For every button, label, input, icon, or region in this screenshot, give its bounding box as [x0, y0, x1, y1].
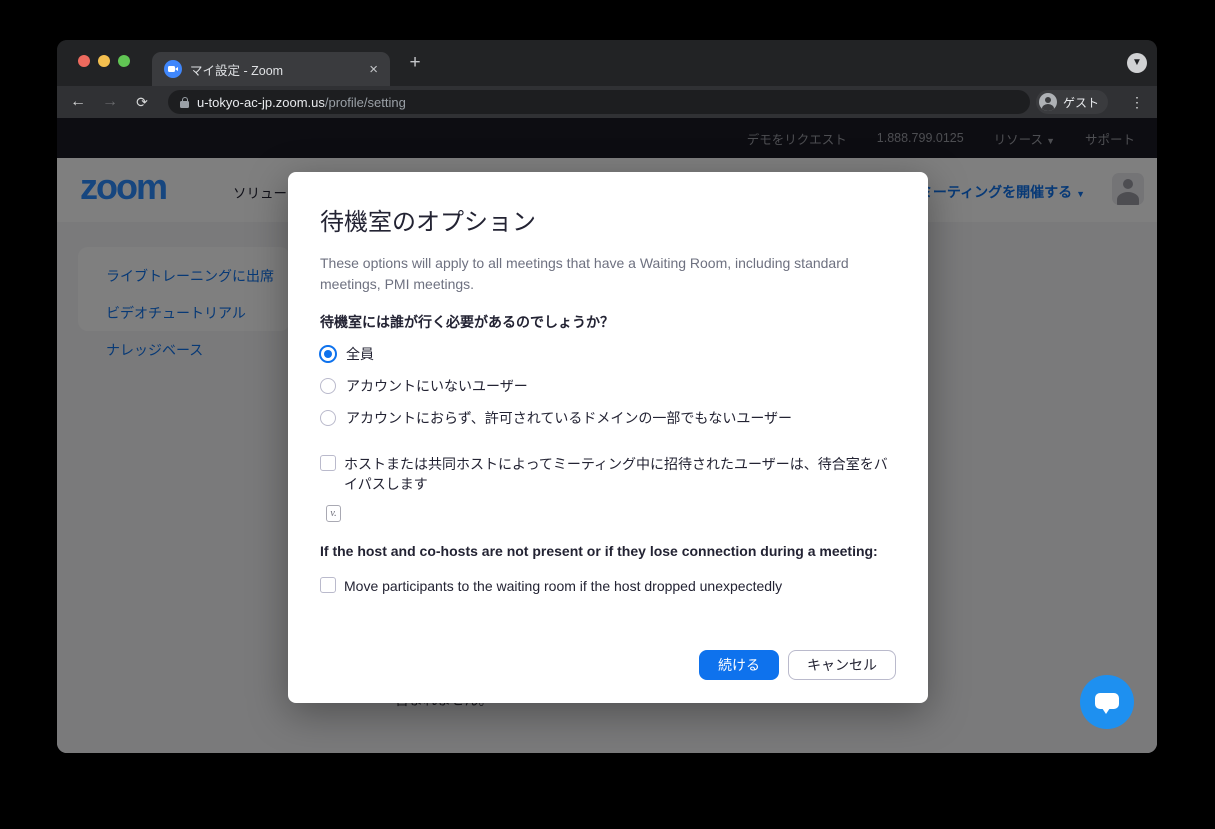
profile-guest-button[interactable]: ゲスト: [1036, 90, 1108, 114]
address-bar[interactable]: u-tokyo-ac-jp.zoom.us /profile/setting: [168, 90, 1030, 114]
browser-window: マイ設定 - Zoom × + ▼ ← → ⟳ u-tokyo-ac-jp.zo…: [57, 40, 1157, 753]
radio-unselected-icon[interactable]: [320, 378, 336, 394]
radio-option-users-not-in-account[interactable]: アカウントにいないユーザー: [319, 374, 528, 398]
page-viewport: デモをリクエスト 1.888.799.0125 リソース▼ サポート zoom …: [57, 118, 1157, 753]
maximize-window-button[interactable]: [118, 55, 130, 67]
tab-search-icon[interactable]: ▼: [1127, 53, 1147, 73]
close-window-button[interactable]: [78, 55, 90, 67]
tab-close-icon[interactable]: ×: [369, 61, 378, 78]
browser-toolbar: ← → ⟳ u-tokyo-ac-jp.zoom.us /profile/set…: [57, 86, 1157, 118]
broken-image-icon: v.: [326, 505, 341, 522]
reload-button[interactable]: ⟳: [130, 86, 154, 118]
radio-selected-icon[interactable]: [319, 345, 337, 363]
dialog-description: These options will apply to all meetings…: [320, 253, 870, 295]
tab-strip: マイ設定 - Zoom × + ▼: [57, 40, 1157, 86]
new-tab-button[interactable]: +: [402, 50, 428, 76]
radio-unselected-icon[interactable]: [320, 410, 336, 426]
url-host: u-tokyo-ac-jp.zoom.us: [197, 95, 325, 110]
guest-avatar-icon: [1039, 93, 1057, 111]
checkbox-bypass-waiting-room[interactable]: ホストまたは共同ホストによってミーティング中に招待されたユーザーは、待合室をバイ…: [320, 454, 900, 495]
radio-option-users-not-in-domain[interactable]: アカウントにおらず、許可されているドメインの一部でもないユーザー: [319, 406, 792, 430]
browser-tab[interactable]: マイ設定 - Zoom ×: [152, 52, 390, 86]
guest-label: ゲスト: [1063, 94, 1099, 111]
chat-bubble-icon: [1095, 693, 1119, 709]
dialog-buttons: 続ける キャンセル: [699, 650, 896, 680]
checkbox-icon[interactable]: [320, 455, 336, 471]
waiting-room-options-dialog: 待機室のオプション These options will apply to al…: [288, 172, 928, 703]
dialog-title: 待機室のオプション: [320, 202, 536, 237]
host-absent-heading: If the host and co-hosts are not present…: [320, 543, 878, 559]
lock-icon: [180, 97, 189, 108]
waiting-room-question: 待機室には誰が行く必要があるのでしょうか？: [320, 312, 614, 332]
zoom-favicon-icon: [164, 60, 182, 78]
url-path: /profile/setting: [325, 95, 406, 110]
back-button[interactable]: ←: [66, 86, 90, 118]
tab-title: マイ設定 - Zoom: [190, 60, 361, 79]
cancel-button[interactable]: キャンセル: [788, 650, 896, 680]
continue-button[interactable]: 続ける: [699, 650, 779, 680]
browser-menu-icon[interactable]: ⋮: [1127, 86, 1147, 118]
chat-widget-button[interactable]: [1080, 675, 1134, 729]
radio-option-everyone[interactable]: 全員: [319, 342, 374, 366]
minimize-window-button[interactable]: [98, 55, 110, 67]
checkbox-icon[interactable]: [320, 577, 336, 593]
checkbox-move-participants[interactable]: Move participants to the waiting room if…: [320, 576, 782, 596]
forward-button: →: [98, 86, 122, 118]
